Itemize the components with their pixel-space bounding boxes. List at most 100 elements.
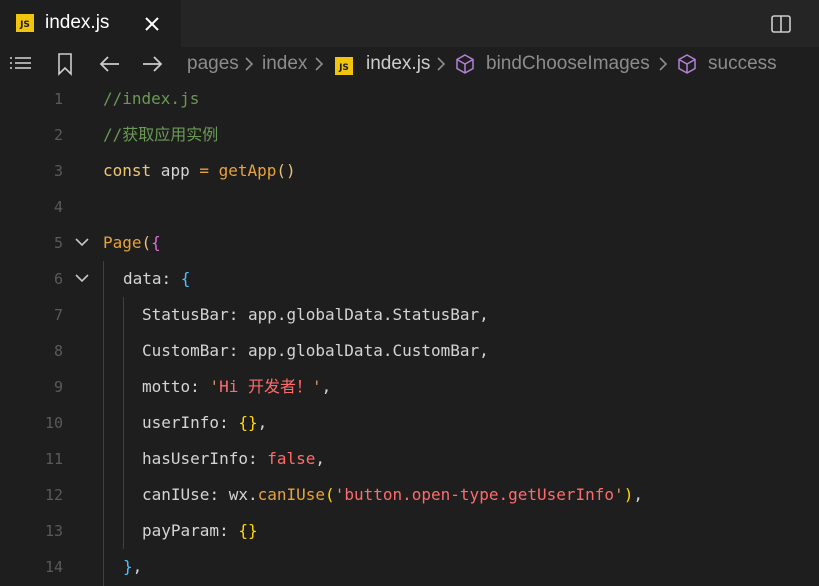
line-number: 11: [44, 450, 63, 468]
line-number: 3: [53, 162, 63, 180]
colon: :: [190, 377, 210, 396]
close-icon[interactable]: [140, 12, 164, 36]
braces: {}: [238, 413, 258, 432]
property-key: payParam: [142, 521, 220, 540]
brace: }: [123, 557, 133, 576]
property-key: StatusBar: [142, 305, 229, 324]
split-editor-icon[interactable]: [769, 12, 793, 36]
chevron-down-icon[interactable]: [74, 234, 90, 250]
chevron-right-icon: [312, 54, 326, 74]
comment: //index.js: [103, 89, 200, 108]
object-name: wx.: [228, 485, 258, 504]
property-value: : app.globalData.CustomBar,: [228, 341, 489, 360]
property-value: : app.globalData.StatusBar,: [228, 305, 489, 324]
line-number: 13: [44, 522, 63, 540]
code-line: 14 },: [0, 549, 819, 585]
boolean-literal: false: [267, 449, 316, 468]
cube-icon: [454, 53, 476, 75]
code-line: 13 payParam: {}: [0, 513, 819, 549]
breadcrumb-item-function[interactable]: bindChooseImages: [486, 52, 650, 76]
operator: =: [199, 161, 209, 180]
function-name: canIUse: [257, 485, 326, 504]
function-name: Page: [103, 233, 142, 252]
line-number: 4: [53, 198, 63, 216]
chevron-right-icon: [656, 54, 670, 74]
code-line: 10 userInfo: {},: [0, 405, 819, 441]
comma: ,: [315, 449, 326, 468]
tab-bar: JS index.js: [0, 0, 819, 47]
colon: :: [209, 485, 229, 504]
code-line: 3 const app = getApp(): [0, 153, 819, 189]
line-number: 7: [53, 306, 63, 324]
colon: :: [247, 449, 268, 468]
line-number: 9: [53, 378, 63, 396]
property-key: hasUserInfo: [142, 449, 248, 468]
comma: ,: [257, 413, 268, 432]
code-line: 7 StatusBar: app.globalData.StatusBar,: [0, 297, 819, 333]
js-file-icon: JS: [16, 14, 34, 32]
string-literal: Hi 开发者！: [219, 377, 312, 396]
tab-title: index.js: [45, 12, 110, 33]
code-line: 6 data: {: [0, 261, 819, 297]
breadcrumb-item-index[interactable]: index: [262, 52, 307, 76]
quote: ': [614, 485, 624, 504]
line-number: 2: [53, 126, 63, 144]
code-line: 8 CustomBar: app.globalData.CustomBar,: [0, 333, 819, 369]
brace: {: [180, 269, 191, 288]
property-key: CustomBar: [142, 341, 229, 360]
string-literal: button.open-type.getUserInfo: [344, 485, 615, 504]
quote: ': [334, 485, 345, 504]
code-line: 2 //获取应用实例: [0, 117, 819, 153]
comma: ,: [321, 377, 332, 396]
quote: ': [311, 377, 322, 396]
parenthesis: (: [141, 233, 152, 252]
line-number: 5: [53, 234, 63, 252]
breadcrumb-item-pages[interactable]: pages: [187, 52, 239, 76]
code-line: 9 motto: 'Hi 开发者！',: [0, 369, 819, 405]
parenthesis: (: [325, 485, 335, 504]
line-number: 14: [44, 558, 63, 576]
code-line: 5 Page({: [0, 225, 819, 261]
brace: {: [151, 233, 161, 252]
cube-icon: [676, 53, 698, 75]
code-editor[interactable]: 1 //index.js 2 //获取应用实例 3 const app = ge…: [0, 81, 819, 586]
line-number: 8: [53, 342, 63, 360]
braces: {}: [238, 521, 258, 540]
colon: :: [219, 413, 239, 432]
js-file-icon: JS: [335, 57, 353, 75]
chevron-right-icon: [242, 54, 256, 74]
parentheses: (): [276, 161, 296, 180]
tab-index-js[interactable]: JS index.js: [0, 0, 181, 47]
property-key: canIUse: [142, 485, 210, 504]
property-key: motto: [142, 377, 191, 396]
line-number: 10: [44, 414, 63, 432]
code-line: 4: [0, 189, 819, 225]
colon: :: [219, 521, 239, 540]
arrow-right-icon[interactable]: [139, 51, 165, 77]
line-number: 6: [53, 270, 63, 288]
identifier: app: [151, 161, 200, 180]
quote: ': [209, 377, 220, 396]
bookmark-icon[interactable]: [52, 51, 78, 77]
property-key: userInfo: [142, 413, 220, 432]
property-key: data: [123, 269, 162, 288]
line-number: 12: [44, 486, 63, 504]
list-icon[interactable]: [7, 51, 33, 77]
comma: ,: [633, 485, 643, 504]
line-number: 1: [53, 90, 63, 108]
keyword: const: [103, 161, 152, 180]
code-line: 12 canIUse: wx.canIUse('button.open-type…: [0, 477, 819, 513]
breadcrumb: pages index JS index.js bindChooseImages…: [0, 47, 819, 81]
breadcrumb-item-file[interactable]: index.js: [366, 52, 430, 76]
colon: :: [161, 269, 181, 288]
code-line: 1 //index.js: [0, 81, 819, 117]
comment: //获取应用实例: [103, 125, 219, 144]
parenthesis: ): [623, 485, 634, 504]
arrow-left-icon[interactable]: [97, 51, 123, 77]
comma: ,: [132, 557, 143, 576]
chevron-right-icon: [434, 54, 448, 74]
chevron-down-icon[interactable]: [74, 270, 90, 286]
code-line: 11 hasUserInfo: false,: [0, 441, 819, 477]
function-name: getApp: [208, 161, 277, 180]
breadcrumb-item-success[interactable]: success: [708, 52, 777, 76]
